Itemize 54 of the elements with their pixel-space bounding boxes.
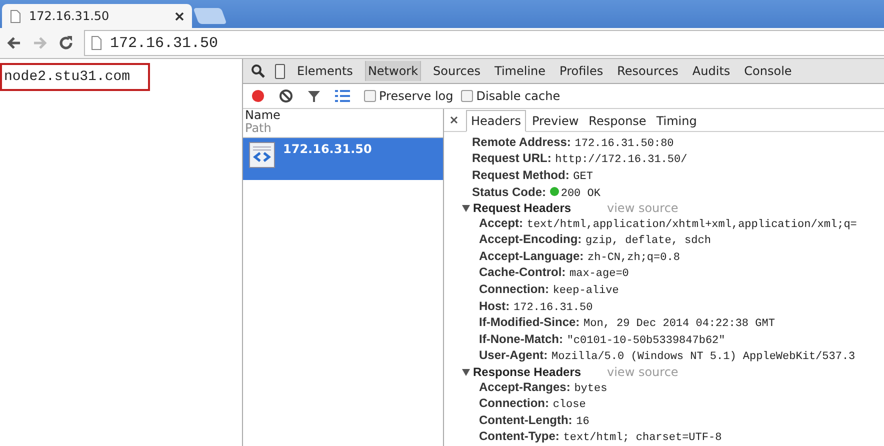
column-subheader: Path <box>245 122 272 135</box>
header-line: Request URL: http://172.16.31.50/ <box>472 151 688 168</box>
header-line: Accept-Encoding: gzip, deflate, sdch <box>478 232 712 249</box>
column-header[interactable]: Name <box>245 109 443 122</box>
checkbox-option[interactable]: Disable cache <box>461 89 560 103</box>
header-line: If-None-Match: "c0101-10-50b5339847b62" <box>478 332 726 348</box>
close-icon[interactable] <box>450 116 458 124</box>
browser-tab[interactable]: 172.16.31.50 <box>2 4 192 28</box>
page-text: node2.stu31.com <box>0 63 150 91</box>
filter-icon[interactable] <box>307 89 321 103</box>
close-icon[interactable] <box>175 12 184 20</box>
reload-icon[interactable] <box>58 35 74 51</box>
header-line: Accept-Language: zh-CN,zh;q=0.8 <box>478 248 681 266</box>
header-line: Connection: close <box>478 396 587 413</box>
panel-tab[interactable]: Timeline <box>492 61 548 81</box>
header-line: Accept-Ranges: bytes <box>478 380 608 396</box>
panel-tab[interactable]: Profiles <box>558 61 606 81</box>
panel-tab[interactable]: Resources <box>615 61 680 81</box>
clear-icon[interactable] <box>279 89 293 103</box>
panel-tab[interactable]: Sources <box>431 61 483 81</box>
header-line: Connection: keep-alive <box>478 282 620 299</box>
detail-tab[interactable]: Headers <box>466 110 526 132</box>
phone-icon[interactable] <box>275 64 285 78</box>
panel-tab[interactable]: Console <box>742 61 794 81</box>
panel-tab[interactable]: Audits <box>690 61 732 81</box>
header-line: If-Modified-Since: Mon, 29 Dec 2014 04:22:38 GMT <box>478 315 776 332</box>
header-line: Request Method: GET <box>472 168 594 184</box>
section-title[interactable]: Response Headers <box>473 365 607 380</box>
panel-tab[interactable]: Elements <box>295 61 355 81</box>
header-line: Cache-Control: max-age=0 <box>478 265 630 282</box>
list-icon[interactable] <box>335 90 350 102</box>
header-line: Host: 172.16.31.50 <box>478 298 594 316</box>
detail-tab[interactable]: Response <box>584 110 650 131</box>
page-icon <box>91 36 102 50</box>
search-icon[interactable] <box>251 64 265 78</box>
header-line: Accept: text/html,application/xhtml+xml,application/xml;q= <box>478 216 858 232</box>
header-line: User-Agent: Mozilla/5.0 (Windows NT 5.1) AppleWebKit/537.3 <box>478 348 856 366</box>
header-line: Content-Length: 16 <box>478 412 590 430</box>
header-line: Content-Type: text/html; charset=UTF-8 <box>478 429 723 446</box>
header-line: Remote Address: 172.16.31.50:80 <box>472 134 675 152</box>
expand-triangle-icon[interactable] <box>462 368 470 376</box>
back-icon[interactable] <box>6 35 22 51</box>
section-title[interactable]: Request Headers <box>473 201 607 216</box>
document-code-icon <box>249 142 275 168</box>
panel-tab[interactable]: Network <box>364 61 422 81</box>
expand-triangle-icon[interactable] <box>462 204 470 212</box>
request-row[interactable]: 172.16.31.50 <box>243 138 443 180</box>
detail-tab[interactable]: Timing <box>652 110 701 131</box>
header-line: Status Code: 200 OK <box>472 184 602 202</box>
record-icon[interactable] <box>251 89 265 103</box>
detail-tab[interactable]: Preview <box>528 110 583 131</box>
checkbox-option[interactable]: Preserve log <box>364 89 454 103</box>
address-bar[interactable]: 172.16.31.50 <box>84 30 884 56</box>
page-icon <box>10 10 21 22</box>
